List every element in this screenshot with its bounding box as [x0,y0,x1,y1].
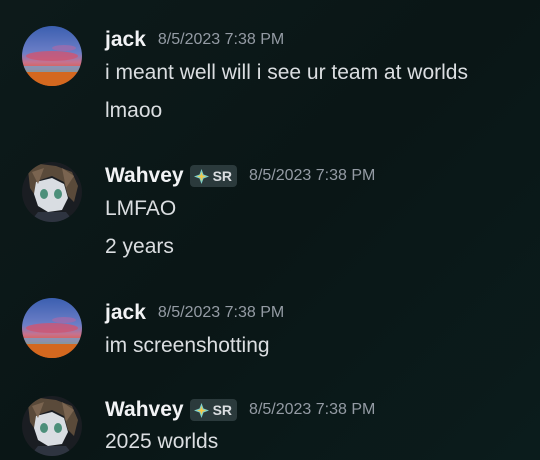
timestamp[interactable]: 8/5/2023 7:38 PM [249,167,375,185]
sunset-avatar-icon [22,26,82,86]
server-tag[interactable]: SR [189,165,238,187]
timestamp[interactable]: 8/5/2023 7:38 PM [158,31,284,49]
sunset-avatar-icon [22,298,82,358]
avatar[interactable] [22,26,82,86]
avatar[interactable] [22,396,82,456]
username[interactable]: jack [105,301,146,325]
message-header: jack 8/5/2023 7:38 PM [105,299,284,327]
server-tag-label: SR [212,168,233,184]
sparkle-icon [193,402,209,418]
timestamp[interactable]: 8/5/2023 7:38 PM [249,401,375,419]
avatar[interactable] [22,298,82,358]
anime-avatar-icon [22,396,82,456]
username[interactable]: jack [105,28,146,52]
message-text: LMFAO [105,197,177,220]
message-header: Wahvey SR 8/5/2023 7:38 PM [105,162,375,190]
chat-message-list: jack 8/5/2023 7:38 PM i meant well will … [0,0,540,460]
message-text: 2025 worlds [105,430,219,453]
timestamp[interactable]: 8/5/2023 7:38 PM [158,304,284,322]
sparkle-icon [193,168,209,184]
username[interactable]: Wahvey [105,164,184,188]
message-header: jack 8/5/2023 7:38 PM [105,26,284,54]
server-tag-label: SR [212,402,233,418]
avatar[interactable] [22,162,82,222]
message-text: lmaoo [105,99,163,122]
message-text: i meant well will i see ur team at world… [105,61,468,84]
anime-avatar-icon [22,162,82,222]
server-tag[interactable]: SR [189,399,238,421]
message-header: Wahvey SR 8/5/2023 7:38 PM [105,396,375,424]
message-text: im screenshotting [105,334,270,357]
message-text: 2 years [105,235,174,258]
username[interactable]: Wahvey [105,398,184,422]
